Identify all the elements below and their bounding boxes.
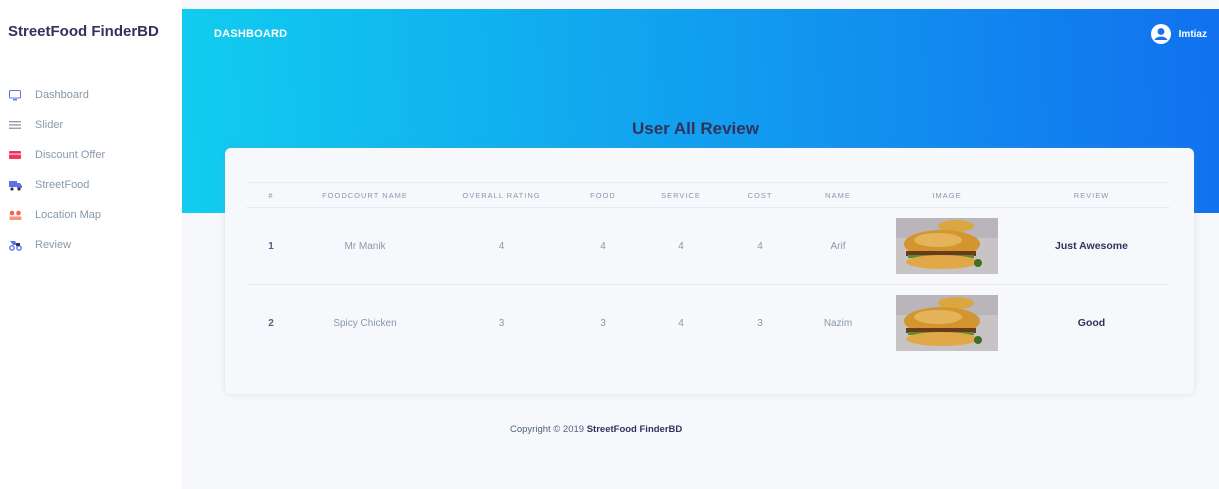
row-image-cell [881, 207, 1013, 285]
row-service-rating: 4 [637, 207, 725, 285]
row-overall-rating: 4 [434, 207, 569, 285]
row-foodcourt-name: Spicy Chicken [333, 317, 397, 329]
row-reviewer-name: Arif [795, 207, 881, 285]
monitor-icon [8, 88, 22, 102]
row-overall-rating: 3 [498, 317, 505, 329]
bike-icon [8, 238, 22, 252]
list-icon [8, 118, 22, 132]
sidebar-item-label: Slider [35, 119, 64, 131]
column-header-overall-rating: OVERALL RATING [434, 182, 569, 208]
burger-image [896, 295, 998, 352]
column-header-index: # [246, 182, 296, 208]
table-row: 2 Spicy Chicken 3 3 4 3 Nazim Good [246, 285, 1170, 362]
user-name: Imtiaz [1178, 28, 1207, 40]
reviews-table: # FOODCOURT NAME OVERALL RATING FOOD SER… [246, 182, 1170, 362]
footer-brand-link[interactable]: StreetFood FinderBD [587, 424, 683, 435]
column-header-image: IMAGE [881, 182, 1013, 208]
user-menu[interactable]: Imtiaz [1150, 24, 1207, 44]
sidebar-item-label: StreetFood [35, 179, 90, 191]
brand-logo[interactable]: StreetFood FinderBD [8, 23, 159, 40]
table-header-row: # FOODCOURT NAME OVERALL RATING FOOD SER… [246, 182, 1170, 208]
row-index: 2 [268, 317, 274, 329]
sidebar-item-label: Dashboard [35, 89, 89, 101]
column-header-foodcourt: FOODCOURT NAME [296, 182, 434, 208]
row-cost-rating: 3 [757, 317, 763, 329]
burger-image [896, 218, 998, 274]
sidebar-item-label: Location Map [35, 209, 102, 221]
row-service-rating: 4 [678, 317, 684, 329]
sidebar-item-location-map[interactable]: Location Map [0, 200, 182, 230]
row-food-rating: 4 [569, 207, 637, 285]
sidebar-item-streetfood[interactable]: StreetFood [0, 170, 182, 200]
row-foodcourt-name: Mr Manik [296, 207, 434, 285]
header-title[interactable]: DASHBOARD [214, 28, 287, 40]
row-review-text: Good [1077, 317, 1106, 330]
sidebar-item-label: Discount Offer [35, 149, 106, 161]
column-header-cost: COST [725, 182, 795, 208]
page-title: User All Review [632, 119, 759, 138]
reviews-card: # FOODCOURT NAME OVERALL RATING FOOD SER… [225, 148, 1194, 394]
sidebar: StreetFood FinderBD Dashboard Slider Dis… [0, 0, 182, 489]
footer-copyright: Copyright © 2019 StreetFood FinderBD [510, 424, 682, 435]
row-food-rating: 3 [600, 317, 606, 329]
column-header-service: SERVICE [637, 182, 725, 208]
sidebar-nav: Dashboard Slider Discount Offer StreetFo… [0, 80, 182, 260]
location-icon [8, 208, 22, 222]
tag-icon [8, 148, 22, 162]
table-row: 1 Mr Manik 4 4 4 4 Arif Just Awesome [246, 207, 1170, 285]
sidebar-item-dashboard[interactable]: Dashboard [0, 80, 182, 110]
footer-prefix: Copyright © 2019 [510, 424, 587, 435]
column-header-food: FOOD [569, 182, 637, 208]
user-avatar-icon [1150, 24, 1171, 44]
row-index: 1 [246, 207, 296, 285]
sidebar-item-review[interactable]: Review [0, 230, 182, 260]
sidebar-item-slider[interactable]: Slider [0, 110, 182, 140]
column-header-review: REVIEW [1013, 182, 1170, 208]
row-cost-rating: 4 [725, 207, 795, 285]
row-reviewer-name: Nazim [823, 317, 853, 329]
sidebar-item-discount-offer[interactable]: Discount Offer [0, 140, 182, 170]
row-review-text: Just Awesome [1013, 207, 1170, 285]
row-image-cell [881, 285, 1013, 362]
column-header-name: NAME [795, 182, 881, 208]
truck-icon [8, 178, 22, 192]
sidebar-item-label: Review [35, 239, 72, 251]
